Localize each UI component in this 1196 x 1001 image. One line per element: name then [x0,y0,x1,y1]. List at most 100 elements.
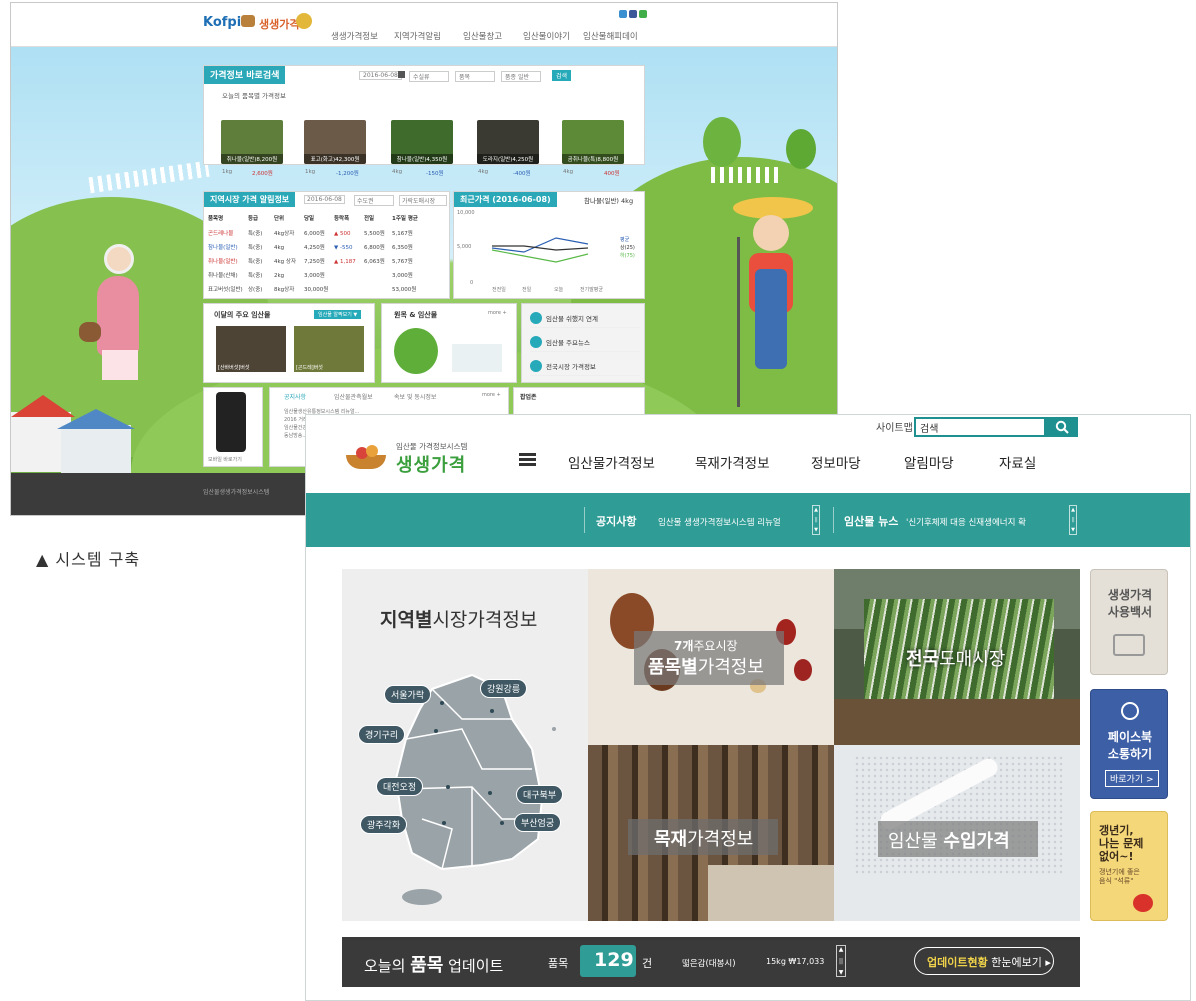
old-service-item[interactable]: 임산물 쉬했지 연계 [530,308,640,328]
news-scroll-arrows[interactable]: ▲ || ▼ [1069,505,1077,535]
notice-text[interactable]: 임산물 생생가격정보시스템 리뉴얼 [658,516,781,528]
import-price-tile[interactable]: 임산물 수입가격 [834,745,1080,921]
update-scroll-arrows[interactable]: ▲ || ▼ [836,945,846,977]
region-title: 지역별시장가격정보 [380,609,538,631]
pin-guri[interactable]: 경기구리 [358,725,406,744]
nav-forest-price[interactable]: 임산물가격정보 [568,452,655,472]
old-select-item[interactable]: 품목 [455,71,495,82]
sitemap-link[interactable]: 사이트맵 [876,419,913,434]
wholesale-market-tile[interactable]: 전국도매시장 [834,569,1080,745]
new-site-screenshot: 임산물 가격정보시스템 생생가격 임산물가격정보 목재가격정보 정보마당 알림마… [305,414,1191,1001]
old-product-unit: 4kg [392,169,403,175]
wood-caption: 목재가격정보 [654,829,754,850]
nav-info[interactable]: 정보마당 [811,452,861,472]
old-wood-more[interactable]: more + [488,310,507,316]
old-service-item[interactable]: 임산물 주요뉴스 [530,332,640,352]
update-item[interactable]: 떫은감(대봉시) [682,957,736,969]
old-search-button[interactable]: 검색 [552,70,572,81]
old-line-chart [491,237,589,263]
old-menu-item[interactable]: 임산물해피데이 [583,30,638,42]
old-phone-icon[interactable] [216,392,246,452]
old-menu-item[interactable]: 임산물이야기 [523,30,570,42]
old-monthly-caption: [산바버섯]버섯 [218,365,250,371]
news-label[interactable]: 임산물 뉴스 [844,513,898,529]
old-product-thumb[interactable]: 도라지(일반)4,250원 [477,120,539,164]
region-price-tile[interactable]: 지역별시장가격정보 서울가락 강원강릉 경기구리 대전오정 대구북부 광주각화 … [342,569,588,921]
ad-banner[interactable]: 갱년기, 나는 문제 없어~! 갱년기에 좋은 음식 "석류" [1090,811,1168,921]
old-logo[interactable]: Kofpi [203,15,241,30]
old-monthly-button[interactable]: 임산물 알짝보기 ▼ [314,310,362,319]
old-market-region[interactable]: 수도권 [354,195,394,206]
old-market-row[interactable]: 취나물(일반) 특(중) 4kg 상자 7,250원 ▲ 1,187 6,063원 5,76… [208,257,413,265]
old-product-change: -150원 [426,171,444,177]
search-icon [1055,420,1069,434]
pin-daegu[interactable]: 대구북부 [516,785,564,804]
old-menu-item[interactable]: 임산물창고 [463,30,502,42]
old-app-label[interactable]: 모바일 바로가기 [208,456,242,463]
old-menu-item[interactable]: 지역가격알림 [394,30,441,42]
logo-title[interactable]: 생생가격 [396,451,466,477]
notice-label[interactable]: 공지사항 [596,513,636,529]
old-market-row[interactable]: 곤드레나물 특(중) 4kg상자 6,000원 ▲ 500 5,500원 5,167원 [208,229,413,237]
nav-notice[interactable]: 알림마당 [904,452,954,472]
old-menu-item[interactable]: 생생가격정보 [331,30,378,42]
old-product-thumb[interactable]: 곰취나물(특)8,800원 [562,120,624,164]
old-market-row[interactable]: 취나물(산채) 특(중) 2kg 3,000원 3,000원 [208,271,413,279]
update-bar: 오늘의 품목 업데이트 품목 129 건 떫은감(대봉시) 15kg ₩17,0… [342,937,1080,987]
old-product-thumb[interactable]: 참나물(일반)4,350원 [391,120,453,164]
old-tab-more[interactable]: more + [482,392,501,398]
old-wood-panel: 원목 & 임산물 more + [381,303,517,383]
news-text[interactable]: '신기후체제 대응 신재생에너지 확 [906,516,1026,528]
old-market-panel: 지역시장 가격 알림정보 2016-06-08 수도권 가락도매시장 품목명 등급… [203,191,450,299]
old-blog-icon[interactable] [639,10,647,18]
pin-busan[interactable]: 부산엄궁 [514,813,562,832]
old-product-unit: 4kg [478,169,489,175]
ticker-bar: 공지사항 임산물 생생가격정보시스템 리뉴얼 ▲ || ▼ 임산물 뉴스 '신기후체… [306,493,1190,547]
search-button[interactable] [1046,417,1078,437]
old-chart-ytick: 10,000 [457,210,475,216]
nav-wood-price[interactable]: 목재가격정보 [695,452,770,472]
old-services-panel: 임산물 쉬했지 연계 임산물 주요뉴스 전국시장 가격정보 [521,303,645,383]
old-calendar-icon[interactable] [398,71,405,78]
old-select-variety[interactable]: 품종 일반 [501,71,541,82]
old-tab[interactable]: 임산물관측월보 [334,392,373,401]
pin-gwangju[interactable]: 광주각화 [360,815,408,834]
old-product-thumb[interactable]: 취나물(일반)8,200원 [221,120,283,164]
old-tab[interactable]: 공지사항 [284,392,306,401]
wood-price-tile[interactable]: 목재가격정보 [588,745,834,921]
old-date-input[interactable]: 2016-06-08 [359,71,402,80]
manual-banner[interactable]: 생생가격 사용백서 [1090,569,1168,675]
product-caption-line1: 7개주요시장 [674,639,738,653]
old-wood-title: 원목 & 임산물 [394,311,438,319]
old-tab[interactable]: 속보 및 동시정보 [394,392,436,401]
basket-logo-icon[interactable] [346,445,386,469]
old-product-thumb[interactable]: 표고(화고)42,300원 [304,120,366,164]
pomegranate-icon [1133,894,1153,912]
old-service-item[interactable]: 전국시장 가격정보 [530,356,640,376]
old-logo-fruit-icon [296,13,312,29]
old-market-row[interactable]: 참나물(일반) 특(중) 4kg 4,250원 ▼ -550 6,800원 6,350원 [208,243,413,251]
nav-library[interactable]: 자료실 [999,452,1036,472]
pin-gangneung[interactable]: 강원강릉 [480,679,528,698]
old-notice-item[interactable]: 동남방송... [284,432,307,439]
old-chart-ytick: 0 [470,280,474,286]
old-facebook-icon[interactable] [629,10,637,18]
pin-daejeon[interactable]: 대전오정 [376,777,424,796]
product-price-tile[interactable]: 7개주요시장 품목별가격정보 [588,569,834,745]
old-monthly-panel: 이달의 주요 임산물 임산물 알짝보기 ▼ [산바버섯]버섯 [곤드레]버섯 [203,303,375,383]
old-chart-legend: 평균 [620,237,630,243]
hamburger-menu-icon[interactable] [519,453,536,466]
update-status-button[interactable]: 업데이트현황 한눈에보기 ▸ [914,947,1054,975]
old-twitter-icon[interactable] [619,10,627,18]
notice-scroll-arrows[interactable]: ▲ || ▼ [812,505,820,535]
old-girl-character [79,232,169,432]
old-market-row[interactable]: 표고버섯(일반) 상(중) 8kg상자 30,000원 53,000원 [208,285,416,293]
pin-seoul[interactable]: 서울가락 [384,685,432,704]
facebook-banner[interactable]: 페이스북 소통하기 바로가기 > [1090,689,1168,799]
search-input[interactable] [920,420,1010,434]
old-market-date[interactable]: 2016-06-08 [304,195,345,204]
facebook-go-button[interactable]: 바로가기 > [1105,770,1159,787]
old-select-category[interactable]: 수실류 [409,71,449,82]
old-market-name[interactable]: 가락도매시장 [399,195,447,206]
old-chart-xtick: 전기말평균 [580,287,604,293]
